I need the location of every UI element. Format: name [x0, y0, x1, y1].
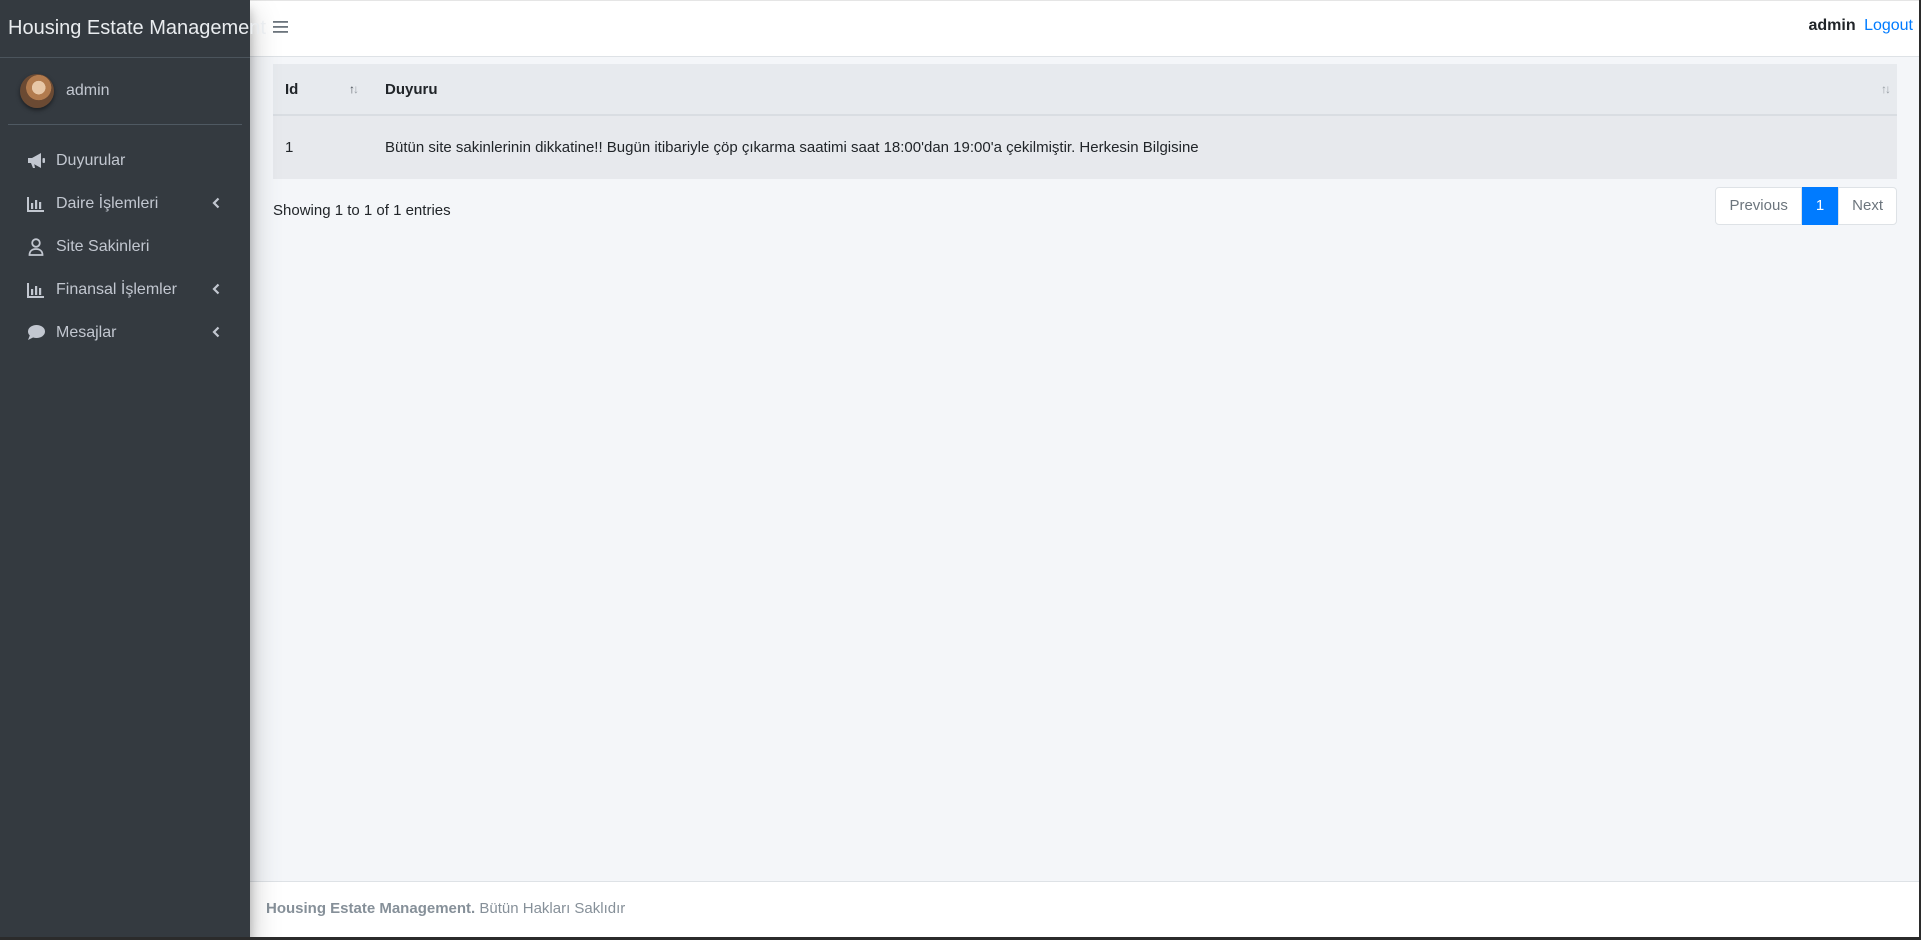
- chevron-left-icon: [212, 325, 220, 343]
- footer-brand: Housing Estate Management.: [266, 900, 476, 917]
- previous-page-button[interactable]: Previous: [1715, 187, 1802, 225]
- logout-link[interactable]: Logout: [1864, 17, 1913, 34]
- sort-icon[interactable]: ↑↓: [1881, 82, 1891, 96]
- bar-chart-icon: [26, 194, 46, 214]
- cell-duyuru: Bütün site sakinlerinin dikkatine!! Bugü…: [385, 139, 1199, 156]
- sidebar-item-label: Finansal İşlemler: [56, 280, 177, 298]
- sidebar-item-label: Mesajlar: [56, 323, 117, 341]
- sidebar-item-duyurular[interactable]: Duyurular: [8, 139, 242, 182]
- sort-asc-icon[interactable]: ↑↓: [349, 82, 359, 96]
- header-user-area: admin Logout: [1808, 17, 1913, 35]
- sidebar-item-label: Site Sakinleri: [56, 237, 150, 255]
- sidebar-item-mesajlar[interactable]: Mesajlar: [8, 311, 242, 354]
- sidebar: Housing Estate Management admin Duyurula…: [0, 0, 266, 940]
- content-area: Id ↑↓ Duyuru ↑↓ 1 Bütün site sakinlerini…: [273, 64, 1897, 225]
- sidebar-item-finansal-islemler[interactable]: Finansal İşlemler: [8, 268, 242, 311]
- bar-chart-icon: [26, 280, 46, 300]
- sidebar-item-daire-islemleri[interactable]: Daire İşlemleri: [8, 182, 242, 225]
- announcements-table: Id ↑↓ Duyuru ↑↓ 1 Bütün site sakinlerini…: [273, 64, 1897, 179]
- footer-rights: Bütün Hakları Saklıdır: [479, 900, 626, 917]
- chevron-left-icon: [212, 282, 220, 300]
- sidebar-nav: Duyurular Daire İşlemleri Site Sakinleri…: [0, 139, 250, 354]
- pagination: Previous 1 Next: [1715, 187, 1897, 225]
- table-info: Showing 1 to 1 of 1 entries: [273, 201, 451, 219]
- sidebar-item-label: Duyurular: [56, 151, 126, 169]
- brand-title[interactable]: Housing Estate Management: [0, 0, 266, 58]
- user-name[interactable]: admin: [66, 82, 110, 100]
- page-1-button[interactable]: 1: [1801, 187, 1839, 225]
- table-footer: Showing 1 to 1 of 1 entries Previous 1 N…: [273, 187, 1897, 225]
- sidebar-item-site-sakinleri[interactable]: Site Sakinleri: [8, 225, 242, 268]
- user-panel: admin: [8, 58, 242, 125]
- hamburger-menu-icon[interactable]: [273, 20, 289, 39]
- sidebar-item-label: Daire İşlemleri: [56, 194, 159, 212]
- column-header-duyuru[interactable]: Duyuru ↑↓: [373, 64, 1897, 116]
- user-icon: [26, 237, 46, 257]
- column-header-id[interactable]: Id ↑↓: [273, 64, 373, 116]
- chevron-left-icon: [212, 196, 220, 214]
- table-header-row: Id ↑↓ Duyuru ↑↓: [273, 64, 1897, 116]
- next-page-button[interactable]: Next: [1838, 187, 1897, 225]
- main-header: admin Logout: [250, 0, 1921, 57]
- avatar[interactable]: [20, 74, 54, 108]
- cell-id: 1: [285, 139, 294, 156]
- footer: Housing Estate Management. Bütün Hakları…: [250, 881, 1921, 937]
- comment-icon: [26, 323, 46, 343]
- header-username: admin: [1808, 17, 1856, 34]
- megaphone-icon: [26, 151, 46, 171]
- table-row[interactable]: 1 Bütün site sakinlerinin dikkatine!! Bu…: [273, 115, 1897, 179]
